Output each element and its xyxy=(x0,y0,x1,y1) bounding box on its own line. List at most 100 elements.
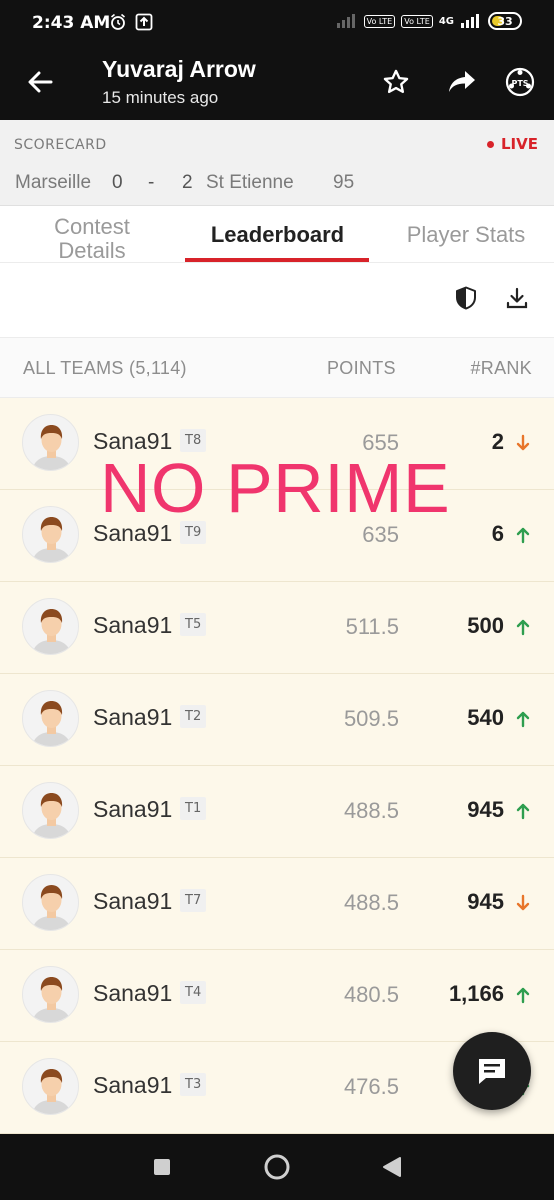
team-number-badge: T5 xyxy=(180,613,207,636)
active-tab-indicator xyxy=(185,258,369,262)
user-avatar-icon xyxy=(32,517,71,562)
rank-up-arrow-icon xyxy=(516,987,530,1004)
user-avatar-icon xyxy=(32,609,71,654)
upload-notification-icon xyxy=(134,12,154,32)
team-rank: 945 xyxy=(467,797,504,822)
score-separator: - xyxy=(148,172,155,193)
leaderboard-row[interactable]: Sana91 T7 488.5 945 xyxy=(0,858,554,950)
recents-button[interactable] xyxy=(147,1152,177,1182)
team-points: 488.5 xyxy=(343,798,399,823)
nav-back-icon xyxy=(383,1157,401,1177)
avatar xyxy=(22,598,79,655)
leaderboard-toolbar xyxy=(0,264,554,338)
chat-icon xyxy=(479,1059,505,1084)
live-label: LIVE xyxy=(501,135,538,153)
recents-icon xyxy=(154,1159,170,1175)
app-screen: 2:43 AM Vo LTE Vo LTE 4G 33 Yuvaraj Arro… xyxy=(0,0,554,1200)
team-rank: 945 xyxy=(467,889,504,914)
team-points: 476.5 xyxy=(343,1074,399,1099)
signal-strength-icon xyxy=(461,14,479,28)
avatar xyxy=(22,690,79,747)
user-avatar-icon xyxy=(32,977,71,1022)
tab-leaderboard[interactable]: Leaderboard xyxy=(186,207,369,263)
star-icon xyxy=(383,69,409,94)
svg-text:PTS: PTS xyxy=(511,79,528,88)
team-owner-name: Sana91 xyxy=(93,704,173,730)
rank-up-arrow-icon xyxy=(516,527,530,544)
download-button[interactable] xyxy=(501,282,533,314)
team-owner-name: Sana91 xyxy=(93,888,173,914)
team-owner-name: Sana91 xyxy=(93,1072,173,1098)
team1-score: 0 xyxy=(112,172,123,193)
scorecard[interactable]: SCORECARD LIVE Marseille 0 - 2 St Etienn… xyxy=(0,120,554,206)
home-button[interactable] xyxy=(262,1152,292,1182)
points-icon: PTS xyxy=(505,67,535,97)
leaderboard-row[interactable]: Sana91 T2 509.5 540 xyxy=(0,674,554,766)
rank-header: #RANK xyxy=(470,358,532,378)
rank-up-arrow-icon xyxy=(516,803,530,820)
avatar xyxy=(22,414,79,471)
volte-chip-2: Vo LTE xyxy=(401,14,433,28)
share-icon xyxy=(449,71,475,92)
team-owner-name: Sana91 xyxy=(93,980,173,1006)
tab-player-stats[interactable]: Player Stats xyxy=(386,207,546,263)
scorecard-label: SCORECARD xyxy=(14,137,107,153)
team-rank: 540 xyxy=(467,705,504,730)
rank-down-arrow-icon xyxy=(516,434,530,451)
team-number-badge: T1 xyxy=(180,797,207,820)
favorite-button[interactable] xyxy=(376,62,416,102)
status-bar: 2:43 AM Vo LTE Vo LTE 4G 33 xyxy=(0,0,554,44)
user-avatar-icon xyxy=(32,425,71,470)
team-number-badge: T4 xyxy=(180,981,207,1004)
rank-up-arrow-icon xyxy=(516,619,530,636)
overlay-annotation: NO PRIME xyxy=(100,449,451,527)
page-title: Yuvaraj Arrow xyxy=(102,56,256,82)
alarm-icon xyxy=(108,12,128,32)
compare-teams-button[interactable] xyxy=(450,282,482,314)
download-icon xyxy=(506,287,528,309)
user-avatar-icon xyxy=(32,701,71,746)
avatar xyxy=(22,1058,79,1115)
tab-bar: Contest Details Leaderboard Player Stats xyxy=(0,207,554,263)
team-number-badge: T2 xyxy=(180,705,207,728)
page-subtitle: 15 minutes ago xyxy=(102,88,219,107)
user-avatar-icon xyxy=(32,1069,71,1114)
team-rank: 500 xyxy=(467,613,504,638)
live-badge: LIVE xyxy=(487,135,538,153)
chat-button[interactable] xyxy=(453,1032,531,1110)
points-system-button[interactable]: PTS xyxy=(500,62,540,102)
tab-contest-details[interactable]: Contest Details xyxy=(30,215,154,261)
app-bar: Yuvaraj Arrow 15 minutes ago PTS xyxy=(0,44,554,120)
points-header: POINTS xyxy=(327,358,396,378)
team-rank: 6 xyxy=(491,521,504,546)
leaderboard-row[interactable]: Sana91 T5 511.5 500 xyxy=(0,582,554,674)
match-minute: 95 xyxy=(333,172,355,193)
share-button[interactable] xyxy=(442,62,482,102)
signal-icon xyxy=(336,14,355,28)
team-points: 509.5 xyxy=(343,706,399,731)
shield-icon xyxy=(456,286,476,310)
team-number-badge: T7 xyxy=(180,889,207,912)
leaderboard-row[interactable]: Sana91 T4 480.5 1,166 xyxy=(0,950,554,1042)
user-avatar-icon xyxy=(32,793,71,838)
rank-up-arrow-icon xyxy=(516,711,530,728)
leaderboard-row[interactable]: Sana91 T1 488.5 945 xyxy=(0,766,554,858)
battery-icon: 33 xyxy=(488,12,522,30)
team-owner-name: Sana91 xyxy=(93,796,173,822)
back-button[interactable] xyxy=(22,64,58,100)
home-icon xyxy=(264,1154,290,1180)
team1-name: Marseille xyxy=(15,172,92,193)
avatar xyxy=(22,874,79,931)
system-nav-bar xyxy=(0,1134,554,1200)
team-points: 511.5 xyxy=(345,614,399,639)
volte-chip-1: Vo LTE xyxy=(363,14,396,28)
avatar xyxy=(22,782,79,839)
team2-name: St Etienne xyxy=(206,172,294,193)
live-dot-icon xyxy=(487,140,494,148)
nav-back-button[interactable] xyxy=(377,1152,407,1182)
network-type: 4G xyxy=(438,15,454,27)
team-number-badge: T3 xyxy=(180,1073,207,1096)
team-owner-name: Sana91 xyxy=(93,612,173,638)
team2-score: 2 xyxy=(182,172,193,193)
avatar xyxy=(22,506,79,563)
